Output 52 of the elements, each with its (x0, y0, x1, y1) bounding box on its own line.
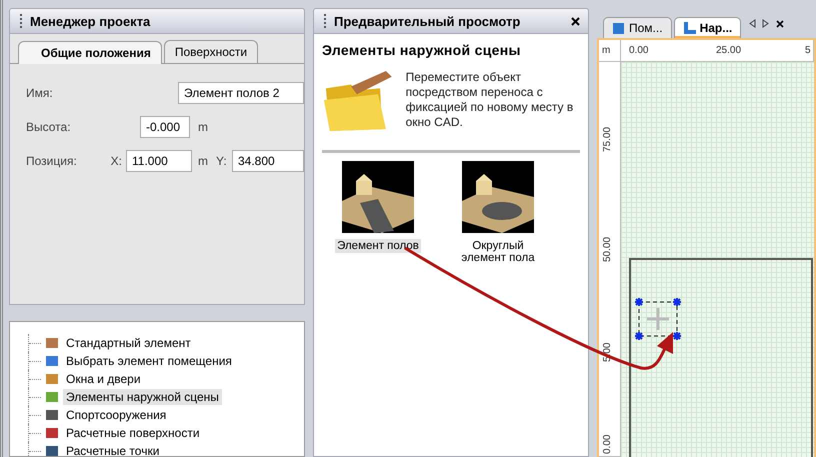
field-label: Y: (215, 154, 228, 168)
ruler-label: 0.00 (629, 45, 648, 56)
l-shape-icon (682, 21, 697, 35)
selection-handles (635, 298, 681, 340)
category-icon (45, 426, 59, 440)
category-icon (45, 444, 59, 456)
category-icon (45, 354, 59, 368)
cube-icon (612, 21, 626, 35)
category-icon (45, 408, 59, 422)
ruler-label: 25.00 (716, 45, 742, 56)
y-field[interactable]: 34.800 (232, 150, 304, 172)
ruler-unit: m (602, 45, 610, 56)
document-tab[interactable]: Нар... (674, 17, 742, 38)
tree-item[interactable]: Элементы наружной сцены (63, 389, 222, 405)
field-label: Имя: (26, 86, 54, 100)
element-label[interactable]: Элемент полов (335, 239, 421, 253)
tree-item[interactable]: Расчетные поверхности (63, 425, 203, 441)
panel-title: Менеджер проекта (9, 8, 305, 34)
instruction-text: Переместите объект посредством переноса с фиксацией по новому месту в окно CAD. (406, 69, 574, 130)
element-label[interactable]: Округлый элемент пола (448, 239, 548, 265)
field-label: X: (110, 154, 123, 168)
field-label: Высота: (26, 120, 72, 134)
section-heading: Элементы наружной сцены (322, 42, 522, 58)
close-icon[interactable] (571, 16, 580, 26)
ruler-label: 5.00 (602, 342, 613, 362)
tree-item[interactable]: Выбрать элемент помещения (63, 353, 235, 369)
ruler-label: 75.00 (602, 126, 613, 152)
tree-item[interactable]: Спортсооружения (63, 407, 170, 423)
x-field[interactable]: 11.000 (126, 150, 192, 172)
tab[interactable]: Поверхности (164, 40, 258, 63)
tree-item[interactable]: Окна и двери (63, 371, 144, 387)
ruler-label: 0.00 (602, 434, 613, 454)
category-icon (45, 390, 59, 404)
scroll-left-icon[interactable] (749, 19, 756, 28)
tree-item[interactable]: Расчетные точки (63, 443, 162, 456)
category-icon (45, 372, 59, 386)
panel-title: Предварительный просмотр (313, 8, 589, 34)
tree-item[interactable]: Стандартный элемент (63, 335, 194, 351)
unit-label: m (197, 154, 208, 168)
document-tab[interactable]: Пом... (603, 17, 672, 38)
unit-label: m (198, 120, 208, 134)
height-field[interactable]: -0.000 (140, 116, 190, 138)
floor-element-preview (342, 161, 414, 233)
scroll-right-icon[interactable] (762, 19, 770, 28)
close-icon[interactable] (776, 20, 784, 28)
tab[interactable]: Общие положения (18, 41, 162, 64)
name-field[interactable]: Элемент полов 2 (178, 82, 304, 104)
ruler-label: 5 (805, 45, 811, 56)
floor-element-preview (462, 161, 534, 233)
category-icon (45, 336, 59, 350)
field-label: Позиция: (26, 154, 78, 168)
ruler-label: 50.00 (602, 236, 613, 262)
